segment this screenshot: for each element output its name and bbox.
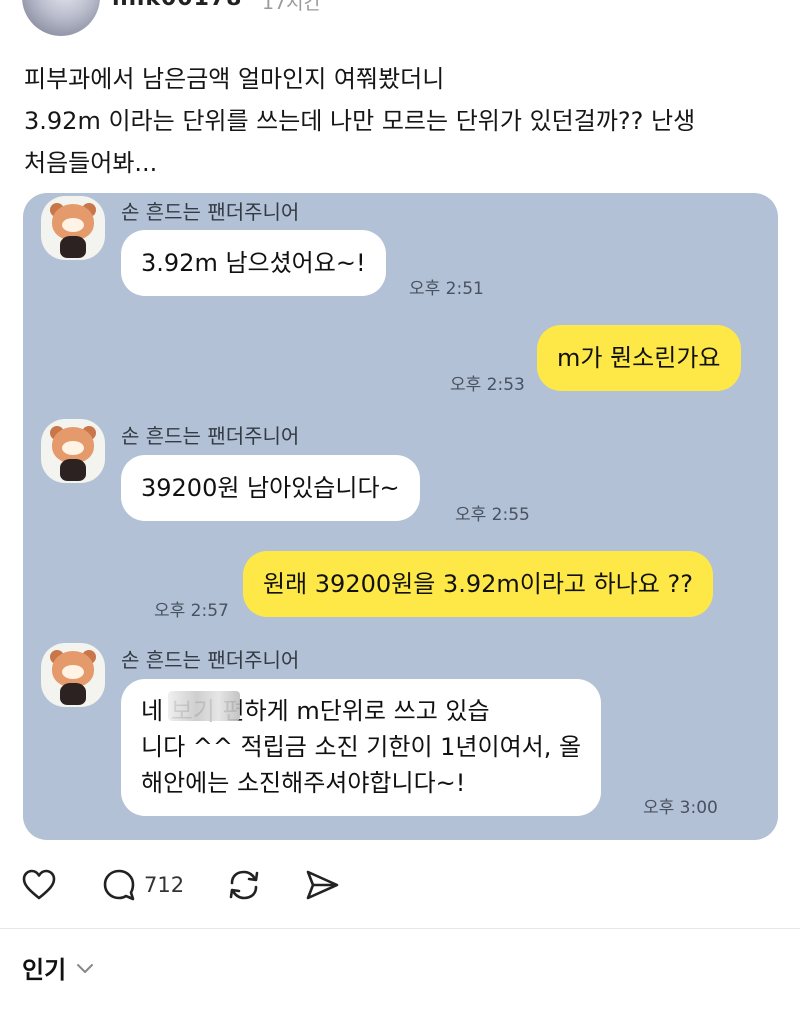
- message-text: 원래 39200원을 3.92m이라고 하나요 ??: [263, 570, 693, 598]
- like-button[interactable]: [22, 862, 56, 908]
- post-time: 17시간: [262, 0, 322, 14]
- heart-icon: [22, 869, 56, 900]
- post-body: 피부과에서 남은금액 얼마인지 여쭤봤더니 3.92m 이라는 단위를 쓰는데 …: [24, 58, 784, 184]
- send-icon: [306, 870, 339, 900]
- message-text: 니다 ^^ 적립금 소진 기한이 1년이여서, 올: [141, 733, 582, 761]
- message-bubble-outgoing: 원래 39200원을 3.92m이라고 하나요 ??: [243, 551, 713, 617]
- blurred-redaction: [168, 691, 240, 721]
- sort-label: 인기: [22, 956, 67, 984]
- panda-avatar: [41, 196, 105, 260]
- comment-button[interactable]: 712: [102, 862, 184, 908]
- panda-avatar: [41, 419, 105, 483]
- message-bubble-incoming: 3.92m 남으셨어요~!: [121, 230, 386, 296]
- message-text: 해안에는 소진해주셔야합니다~!: [141, 769, 466, 797]
- username[interactable]: nnk00178: [112, 0, 243, 11]
- avatar[interactable]: [22, 0, 100, 36]
- sort-dropdown[interactable]: 인기: [22, 950, 94, 985]
- sender-name: 손 흔드는 팬더주니어: [121, 648, 300, 672]
- message-text: m가 뭔소린가요: [557, 344, 721, 372]
- message-bubble-outgoing: m가 뭔소린가요: [537, 325, 741, 391]
- sender-name: 손 흔드는 팬더주니어: [121, 200, 300, 224]
- message-time: 오후 2:53: [450, 375, 525, 395]
- panda-avatar: [41, 643, 105, 707]
- comment-icon: [103, 869, 135, 901]
- chevron-down-icon: [77, 963, 94, 973]
- comment-count: 712: [144, 873, 185, 897]
- repost-icon: [229, 870, 259, 900]
- chat-screenshot: 손 흔드는 팬더주니어 3.92m 남으셨어요~! 오후 2:51 m가 뭔소린…: [23, 193, 778, 840]
- message-time: 오후 2:55: [455, 505, 530, 525]
- message-text: 3.92m 남으셨어요~!: [141, 249, 366, 277]
- repost-button[interactable]: [226, 862, 262, 908]
- post-actions: 712: [0, 862, 800, 912]
- message-bubble-incoming: 39200원 남아있습니다~: [121, 455, 420, 521]
- post-header: nnk00178 17시간: [0, 0, 800, 44]
- message-text: 39200원 남아있습니다~: [141, 474, 400, 502]
- divider: [0, 928, 800, 929]
- share-button[interactable]: [304, 862, 340, 908]
- message-bubble-incoming: 네 보기 편하게 m단위로 쓰고 있습 니다 ^^ 적립금 소진 기한이 1년이…: [121, 679, 602, 816]
- message-time: 오후 2:51: [409, 279, 484, 299]
- message-time: 오후 2:57: [154, 601, 229, 621]
- post-line: 3.92m 이라는 단위를 쓰는데 나만 모르는 단위가 있던걸까?? 난생: [24, 107, 696, 135]
- post-line: 피부과에서 남은금액 얼마인지 여쭤봤더니: [24, 65, 445, 93]
- post-line: 처음들어봐...: [24, 149, 158, 177]
- sender-name: 손 흔드는 팬더주니어: [121, 424, 300, 448]
- message-time: 오후 3:00: [643, 798, 718, 818]
